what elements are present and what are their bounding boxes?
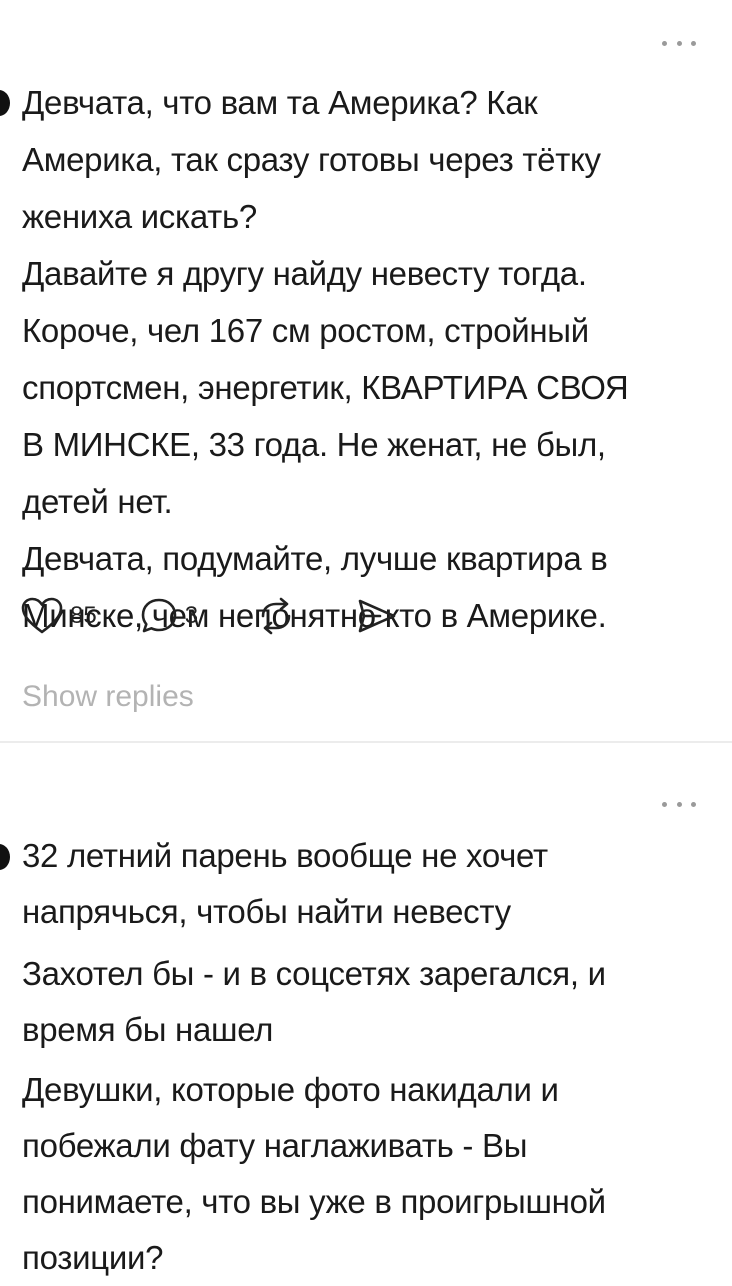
more-dot xyxy=(691,801,696,807)
post-line: Захотел бы - и в соцсетях зарегался, и xyxy=(22,955,606,992)
post-line: Короче, чел 167 см ростом, стройный xyxy=(22,312,589,349)
comment-button[interactable]: 3 xyxy=(139,596,198,636)
avatar-edge xyxy=(0,90,10,116)
post-line: понимаете, что вы уже в проигрышной xyxy=(22,1183,606,1220)
post-line: время бы нашел xyxy=(22,1011,274,1048)
post-paragraph-2: Захотел бы - и в соцсетях зарегался, и в… xyxy=(22,946,712,1058)
post-line: Америка, так сразу готовы через тётку xyxy=(22,141,601,178)
heart-icon xyxy=(21,597,63,634)
post-line: Девушки, которые фото накидали и xyxy=(22,1071,559,1108)
post-line: побежали фату наглаживать - Вы xyxy=(22,1127,528,1164)
repost-button[interactable] xyxy=(256,596,296,636)
post-line: спортсмен, энергетик, КВАРТИРА СВОЯ xyxy=(22,369,629,406)
post-paragraph-1: 32 летний парень вообще не хочет напрячь… xyxy=(22,828,712,940)
post-line: жениха искать? xyxy=(22,198,257,235)
comment-count: 3 xyxy=(184,602,199,629)
more-options-button[interactable] xyxy=(662,36,696,50)
show-replies-link[interactable]: Show replies xyxy=(22,680,194,714)
post-line: 32 летний парень вообще не хочет xyxy=(22,837,548,874)
share-button[interactable] xyxy=(356,596,398,636)
comment-bubble-icon xyxy=(141,598,177,633)
share-icon xyxy=(358,599,396,633)
post-line: Давайте я другу найду невесту тогда. xyxy=(22,255,587,292)
more-dot xyxy=(662,40,667,46)
more-dot xyxy=(662,801,667,807)
post-line: В МИНСКЕ, 33 года. Не женат, не был, xyxy=(22,426,606,463)
like-button[interactable]: 85 xyxy=(20,596,97,636)
post-line: детей нет. xyxy=(22,483,173,520)
more-dot xyxy=(676,40,682,46)
more-dot xyxy=(676,801,682,807)
post-line: напрячься, чтобы найти невесту xyxy=(22,893,511,930)
post-actions: 85 3 xyxy=(20,594,398,638)
post-card-2: 32 летний парень вообще не хочет напрячь… xyxy=(0,742,732,1276)
like-count: 85 xyxy=(70,602,97,629)
post-line: Девчата, подумайте, лучше квартира в xyxy=(22,540,608,577)
avatar-edge xyxy=(0,844,10,870)
more-dot xyxy=(691,40,696,46)
post-line: позиции? xyxy=(22,1239,164,1276)
post-paragraph-3: Девушки, которые фото накидали и побежал… xyxy=(22,1062,712,1286)
more-options-button[interactable] xyxy=(662,797,696,811)
post-card-1: Девчата, что вам та Америка? Как Америка… xyxy=(0,0,732,743)
post-line: Девчата, что вам та Америка? Как xyxy=(22,84,538,121)
post-body: Девчата, что вам та Америка? Как Америка… xyxy=(22,74,712,644)
repost-icon xyxy=(261,597,291,635)
